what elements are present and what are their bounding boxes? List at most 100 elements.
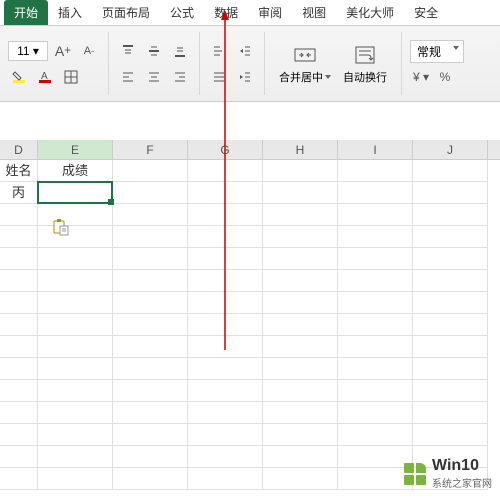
cell[interactable]: [188, 402, 263, 424]
cell[interactable]: [113, 380, 188, 402]
tab-beautify[interactable]: 美化大师: [336, 0, 404, 25]
cell[interactable]: [0, 402, 38, 424]
cell[interactable]: [113, 248, 188, 270]
cell[interactable]: [338, 314, 413, 336]
cell[interactable]: [188, 204, 263, 226]
number-format-select[interactable]: 常规: [410, 40, 464, 63]
tab-formula[interactable]: 公式: [160, 0, 204, 25]
orientation-button[interactable]: [208, 41, 230, 61]
cell[interactable]: [263, 336, 338, 358]
cell[interactable]: [413, 160, 488, 182]
tab-pagelayout[interactable]: 页面布局: [92, 0, 160, 25]
cell[interactable]: [0, 226, 38, 248]
cell[interactable]: [113, 292, 188, 314]
cell[interactable]: [188, 380, 263, 402]
cell[interactable]: [413, 424, 488, 446]
cell[interactable]: [413, 292, 488, 314]
cell[interactable]: [188, 248, 263, 270]
cell[interactable]: [413, 248, 488, 270]
cell[interactable]: [338, 226, 413, 248]
cell[interactable]: [188, 182, 263, 204]
cell[interactable]: [113, 446, 188, 468]
cell[interactable]: [338, 424, 413, 446]
cell[interactable]: [263, 424, 338, 446]
cell[interactable]: [113, 424, 188, 446]
decrease-indent-button[interactable]: [234, 41, 256, 61]
cell[interactable]: [38, 446, 113, 468]
cell[interactable]: [338, 292, 413, 314]
cell[interactable]: [113, 468, 188, 490]
align-right-button[interactable]: [169, 67, 191, 87]
cell[interactable]: [263, 248, 338, 270]
cell[interactable]: [113, 358, 188, 380]
font-decrease-button[interactable]: A-: [78, 41, 100, 61]
align-bottom-button[interactable]: [169, 41, 191, 61]
col-header-d[interactable]: D: [0, 140, 38, 159]
cell[interactable]: [38, 468, 113, 490]
fill-color-button[interactable]: [8, 67, 30, 87]
align-middle-button[interactable]: [143, 41, 165, 61]
cell[interactable]: [188, 314, 263, 336]
cell[interactable]: [0, 336, 38, 358]
col-header-i[interactable]: I: [338, 140, 413, 159]
currency-button[interactable]: ¥ ▾: [410, 67, 432, 87]
cell[interactable]: [413, 380, 488, 402]
cell[interactable]: [38, 226, 113, 248]
tab-start[interactable]: 开始: [4, 0, 48, 25]
cell[interactable]: [38, 270, 113, 292]
cell[interactable]: [263, 226, 338, 248]
col-header-e[interactable]: E: [38, 140, 113, 159]
align-left-button[interactable]: [117, 67, 139, 87]
justify-button[interactable]: [208, 67, 230, 87]
cell[interactable]: [0, 248, 38, 270]
cell[interactable]: [38, 380, 113, 402]
cell[interactable]: [413, 182, 488, 204]
cell[interactable]: [338, 358, 413, 380]
cell[interactable]: [263, 182, 338, 204]
tab-security[interactable]: 安全: [404, 0, 448, 25]
col-header-g[interactable]: G: [188, 140, 263, 159]
font-size-select[interactable]: 11 ▾: [8, 41, 48, 61]
tab-insert[interactable]: 插入: [48, 0, 92, 25]
cell[interactable]: [263, 446, 338, 468]
cell[interactable]: [0, 358, 38, 380]
cell[interactable]: [338, 446, 413, 468]
cell[interactable]: [263, 270, 338, 292]
cell[interactable]: [188, 292, 263, 314]
cell[interactable]: [113, 226, 188, 248]
border-button[interactable]: [60, 67, 82, 87]
cell-e2[interactable]: [38, 182, 113, 204]
align-center-button[interactable]: [143, 67, 165, 87]
tab-review[interactable]: 审阅: [248, 0, 292, 25]
cell[interactable]: [263, 402, 338, 424]
cell-d1[interactable]: 姓名: [0, 160, 38, 182]
increase-indent-button[interactable]: [234, 67, 256, 87]
cell[interactable]: [188, 160, 263, 182]
cell[interactable]: [0, 446, 38, 468]
merge-center-button[interactable]: 合并居中: [273, 39, 337, 89]
cell[interactable]: [38, 358, 113, 380]
font-increase-button[interactable]: A+: [52, 41, 74, 61]
cell[interactable]: [413, 402, 488, 424]
cell[interactable]: [113, 336, 188, 358]
cell[interactable]: [113, 182, 188, 204]
cell[interactable]: [0, 468, 38, 490]
cell[interactable]: [38, 292, 113, 314]
cell[interactable]: [263, 468, 338, 490]
cell[interactable]: [263, 314, 338, 336]
cell[interactable]: [188, 270, 263, 292]
cell[interactable]: [0, 380, 38, 402]
cell[interactable]: [413, 204, 488, 226]
auto-wrap-button[interactable]: 自动换行: [337, 39, 393, 89]
cell[interactable]: [38, 314, 113, 336]
percent-button[interactable]: %: [434, 67, 456, 87]
paste-options-icon[interactable]: [52, 218, 70, 236]
cell[interactable]: [413, 270, 488, 292]
align-top-button[interactable]: [117, 41, 139, 61]
cell[interactable]: [0, 314, 38, 336]
cell-e1[interactable]: 成绩: [38, 160, 113, 182]
cell[interactable]: [338, 270, 413, 292]
cell[interactable]: [0, 292, 38, 314]
cell[interactable]: [263, 358, 338, 380]
cell[interactable]: [413, 358, 488, 380]
